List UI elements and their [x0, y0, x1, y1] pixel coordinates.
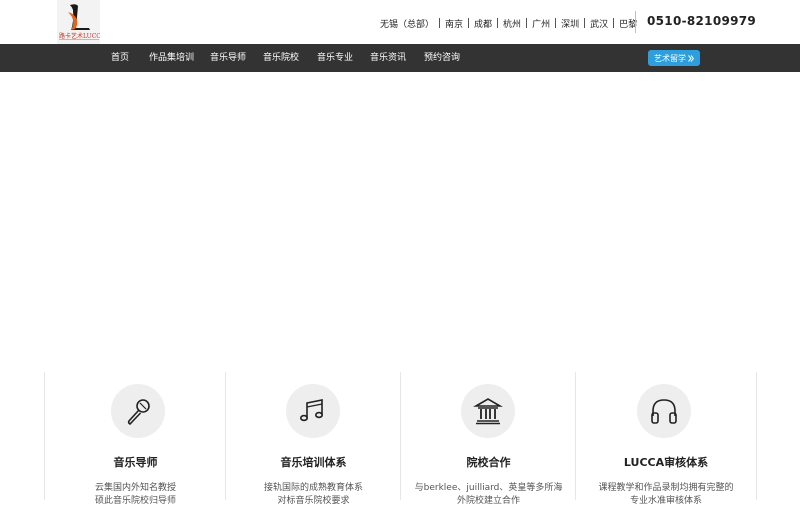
feature-description-line: 外院校建立合作 [456, 496, 520, 506]
logo-divider [59, 39, 99, 40]
city-link-wuhan[interactable]: 武汉 [585, 17, 613, 30]
feature-description-line: 专业水准审核体系 [629, 496, 702, 506]
feature-title: LUCCA审核体系 [623, 456, 709, 469]
phone-number[interactable]: 0510-82109979 [647, 14, 756, 28]
microphone-icon [111, 384, 165, 438]
nav-item-home[interactable]: 首页 [111, 44, 129, 72]
nav-item-portfolio-training[interactable]: 作品集培训 [149, 44, 194, 72]
nav-item-music-schools[interactable]: 音乐院校 [263, 44, 299, 72]
study-abroad-label: 艺术留学 [654, 53, 686, 63]
city-link-nanjing[interactable]: 南京 [440, 17, 468, 30]
city-list: 无锡（总部） 南京 成都 杭州 广州 深圳 武汉 巴黎 [380, 16, 642, 30]
nav-item-music-tutors[interactable]: 音乐导师 [210, 44, 246, 72]
feature-description-line: 对标音乐院校要求 [277, 496, 350, 506]
feature-title: 音乐导师 [113, 456, 158, 469]
feature-description-line: 课程教学和作品录制均拥有完整的 [598, 483, 734, 493]
brand-logo[interactable]: 路卡艺术LUCCA [57, 0, 100, 44]
feature-description: 课程教学和作品录制均拥有完整的 专业水准审核体系 [576, 482, 756, 508]
university-icon [461, 384, 515, 438]
nav-item-music-majors[interactable]: 音乐专业 [317, 44, 353, 72]
music-notes-icon [286, 384, 340, 438]
header-divider [635, 11, 636, 33]
feature-description: 云集国内外知名教授 硕此音乐院校归导师 [45, 482, 226, 508]
feature-card[interactable]: 音乐导师 云集国内外知名教授 硕此音乐院校归导师 [44, 372, 226, 506]
city-link-wuxi[interactable]: 无锡（总部） [380, 17, 439, 30]
double-chevron-right-icon [688, 54, 694, 62]
feature-description-line: 云集国内外知名教授 [94, 483, 176, 493]
nav-item-music-news[interactable]: 音乐资讯 [370, 44, 406, 72]
feature-card[interactable]: 院校合作 与berklee、juilliard、英皇等多所海 外院校建立合作 [400, 372, 576, 506]
feature-card[interactable]: LUCCA审核体系 课程教学和作品录制均拥有完整的 专业水准审核体系 [575, 372, 757, 506]
city-link-guangzhou[interactable]: 广州 [527, 17, 555, 30]
feature-section: 音乐导师 云集国内外知名教授 硕此音乐院校归导师 音乐培训体系 接轨国际的成熟教… [44, 372, 757, 506]
logo-mark-icon [68, 4, 90, 30]
city-link-shenzhen[interactable]: 深圳 [556, 17, 584, 30]
feature-description: 与berklee、juilliard、英皇等多所海 外院校建立合作 [401, 482, 576, 508]
nav-item-book-consult[interactable]: 预约咨询 [424, 44, 460, 72]
top-header: 路卡艺术LUCCA 无锡（总部） 南京 成都 杭州 广州 深圳 武汉 巴黎 05… [0, 0, 800, 44]
feature-title: 音乐培训体系 [280, 456, 347, 469]
feature-description-line: 接轨国际的成熟教育体系 [263, 483, 363, 493]
feature-card[interactable]: 音乐培训体系 接轨国际的成熟教育体系 对标音乐院校要求 [225, 372, 401, 506]
feature-description-line: 与berklee、juilliard、英皇等多所海 [414, 483, 563, 493]
feature-title: 院校合作 [466, 456, 511, 469]
feature-description: 接轨国际的成熟教育体系 对标音乐院校要求 [226, 482, 401, 508]
city-link-chengdu[interactable]: 成都 [469, 17, 497, 30]
city-link-paris[interactable]: 巴黎 [614, 17, 642, 30]
study-abroad-button[interactable]: 艺术留学 [648, 50, 700, 66]
headphones-icon [637, 384, 691, 438]
city-link-hangzhou[interactable]: 杭州 [498, 17, 526, 30]
feature-description-line: 硕此音乐院校归导师 [94, 496, 176, 506]
